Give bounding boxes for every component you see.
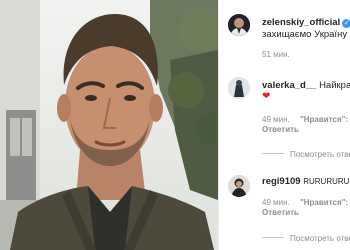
author-avatar-image	[228, 14, 250, 36]
reply-button[interactable]: Ответить	[262, 125, 299, 134]
view-replies-label: Посмотреть отве	[290, 234, 350, 243]
commenter-avatar-image	[228, 77, 250, 99]
comment-time[interactable]: 49 мин.	[262, 198, 290, 207]
author-avatar[interactable]	[228, 14, 250, 36]
red-heart-emoji: ❤	[262, 91, 271, 102]
comment-username[interactable]: regi9109	[262, 176, 301, 187]
caption-second-line: захищаємо Україну	[262, 29, 348, 40]
comment-likes-count[interactable]: "Нравится": 3	[300, 198, 350, 207]
commenter-avatar[interactable]	[228, 175, 250, 197]
replies-divider	[262, 237, 284, 238]
verified-badge-icon: ✓	[342, 19, 350, 28]
caption-timestamp: 51 мин.	[262, 50, 298, 60]
reply-button[interactable]: Ответить	[262, 208, 299, 217]
video-frame[interactable]	[0, 0, 218, 250]
caption-first-line: zelenskiy_official✓M	[262, 17, 350, 29]
comment-username[interactable]: valerka_d__	[262, 80, 316, 91]
comments-panel: zelenskiy_official✓M захищаємо Україну 5…	[218, 0, 350, 250]
comment-likes-count[interactable]: "Нравится": 9	[300, 115, 350, 124]
comment-text-line: valerka_d__ Найкращ	[262, 80, 350, 92]
comment-reply-row: Ответить	[262, 208, 307, 218]
comment-text-line: regi9109 RURURURURURU	[262, 176, 350, 188]
view-replies-button[interactable]: Посмотреть отве	[262, 150, 350, 160]
comment-text: Найкращ	[319, 80, 350, 91]
comment-meta: 49 мин. "Нравится": 3	[262, 198, 350, 208]
comment-time[interactable]: 49 мин.	[262, 115, 290, 124]
video-still-image	[0, 0, 218, 250]
commenter-avatar[interactable]	[228, 77, 250, 99]
view-replies-button[interactable]: Посмотреть отве	[262, 234, 350, 244]
view-replies-label: Посмотреть отве	[290, 150, 350, 159]
comment-text: RURURURURURU	[303, 177, 350, 186]
replies-divider	[262, 153, 284, 154]
comment-reply-row: Ответить	[262, 125, 307, 135]
caption-time[interactable]: 51 мин.	[262, 50, 290, 59]
author-username[interactable]: zelenskiy_official	[262, 17, 340, 28]
comment-meta: 49 мин. "Нравится": 9	[262, 115, 350, 125]
commenter-avatar-image	[228, 175, 250, 197]
